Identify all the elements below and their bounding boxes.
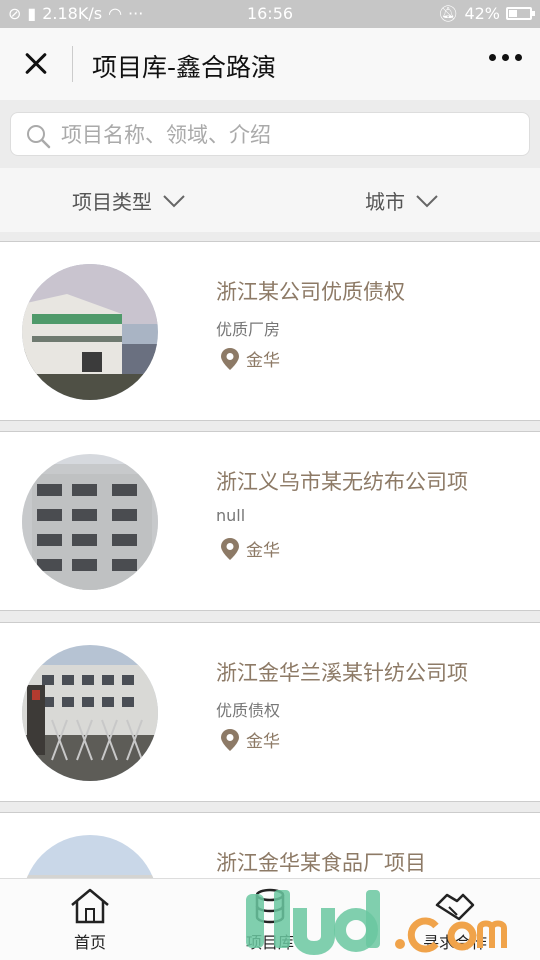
bottom-navigation: 首页 项目库 寻求合作 xyxy=(0,878,540,960)
database-icon xyxy=(255,888,285,924)
search-area xyxy=(0,100,540,168)
project-thumbnail xyxy=(22,454,158,590)
app-header: 项目库-鑫合路演 xyxy=(0,28,540,100)
project-location-label: 金华 xyxy=(246,541,280,561)
more-options-button[interactable] xyxy=(489,54,522,61)
filter-project-type-label: 项目类型 xyxy=(72,190,152,214)
nav-project-library-label: 项目库 xyxy=(245,933,294,952)
chevron-down-icon xyxy=(163,194,185,207)
project-card[interactable]: 浙江某公司优质债权 优质厂房 金华 xyxy=(0,241,540,421)
project-location: 金华 xyxy=(220,536,280,561)
project-location: 金华 xyxy=(220,346,280,371)
project-tag: 优质债权 xyxy=(216,701,281,720)
search-box[interactable] xyxy=(10,112,530,156)
project-location: 金华 xyxy=(220,727,280,752)
close-button[interactable] xyxy=(16,44,56,84)
project-tag: 优质厂房 xyxy=(216,320,281,339)
filter-project-type[interactable]: 项目类型 xyxy=(72,186,186,215)
project-name: 浙江某公司优质债权 xyxy=(216,280,405,304)
project-name: 浙江金华兰溪某针纺公司项 xyxy=(216,661,468,685)
location-pin-icon xyxy=(221,347,239,370)
handshake-icon xyxy=(435,893,475,921)
project-name: 浙江金华某食品厂项目 xyxy=(216,851,426,875)
chevron-down-icon xyxy=(416,194,438,207)
search-input[interactable] xyxy=(61,119,521,151)
status-bar: ⊘ ▮ 2.18K/s ◠ ··· 16:56 🔕︎ 42% xyxy=(0,0,540,28)
alarm-off-icon: 🔕︎ xyxy=(438,4,459,23)
page-title: 项目库-鑫合路演 xyxy=(92,53,277,82)
filter-city-label: 城市 xyxy=(365,190,405,214)
project-tag: null xyxy=(216,506,246,525)
nav-home[interactable]: 首页 xyxy=(30,887,150,953)
header-divider xyxy=(72,46,73,82)
filter-city[interactable]: 城市 xyxy=(365,186,439,215)
project-name: 浙江义乌市某无纺布公司项 xyxy=(216,470,468,494)
project-thumbnail xyxy=(22,264,158,400)
battery-icon xyxy=(506,7,535,20)
home-icon xyxy=(71,888,109,924)
nav-home-label: 首页 xyxy=(73,933,106,952)
location-pin-icon xyxy=(221,537,239,560)
filter-bar: 项目类型 城市 xyxy=(0,168,540,232)
project-card[interactable]: 浙江金华兰溪某针纺公司项 优质债权 金华 xyxy=(0,622,540,802)
project-thumbnail xyxy=(22,645,158,781)
location-pin-icon xyxy=(221,728,239,751)
nav-cooperation[interactable]: 寻求合作 xyxy=(395,887,515,953)
project-location-label: 金华 xyxy=(246,732,280,752)
project-card[interactable]: 浙江义乌市某无纺布公司项 null 金华 xyxy=(0,431,540,611)
project-location-label: 金华 xyxy=(246,351,280,371)
search-icon xyxy=(27,125,51,149)
battery-percent: 42% xyxy=(464,4,500,23)
nav-project-library[interactable]: 项目库 xyxy=(210,887,330,953)
nav-cooperation-label: 寻求合作 xyxy=(422,933,487,952)
